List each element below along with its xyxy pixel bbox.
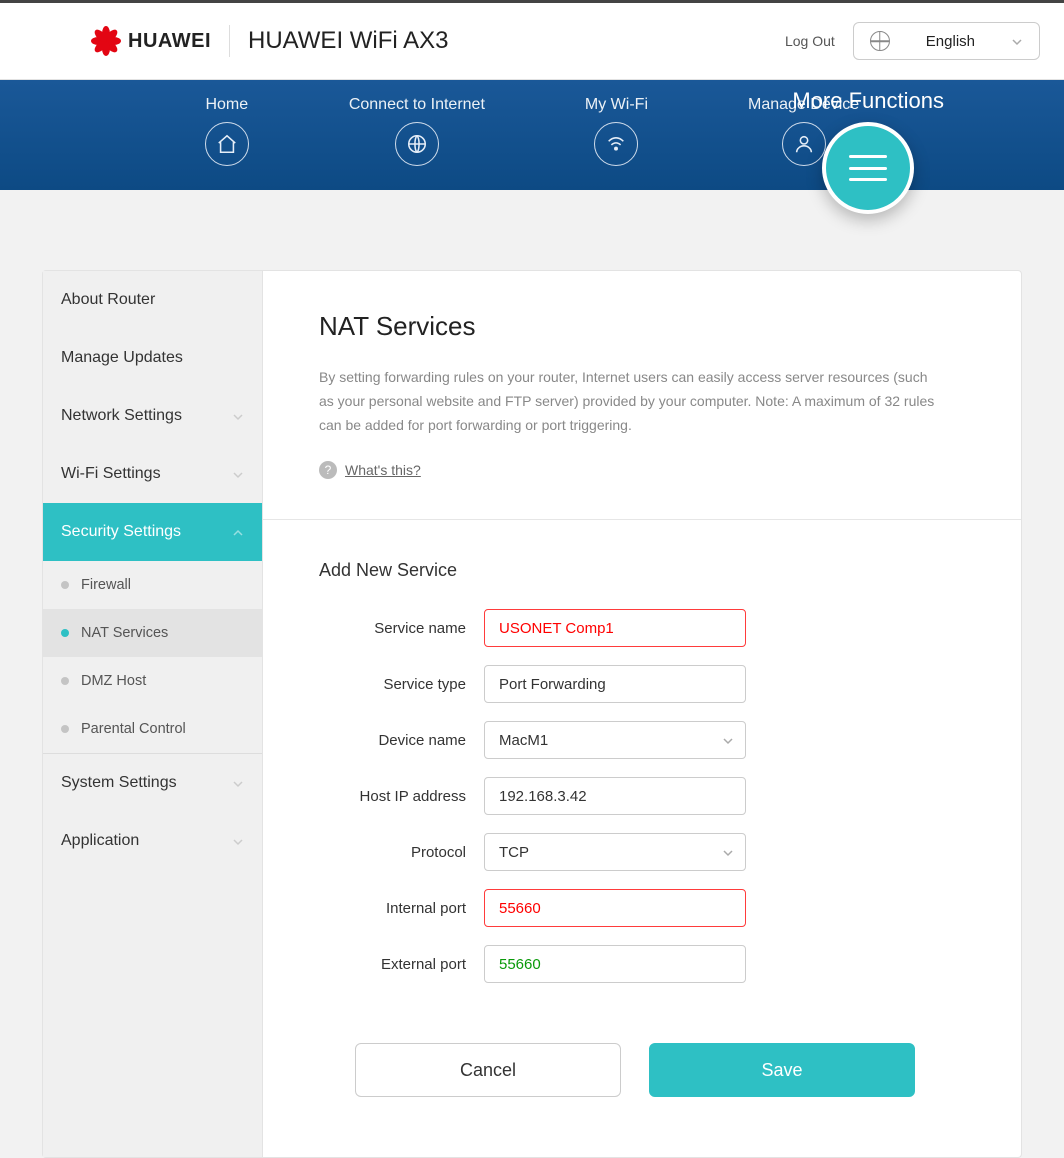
sidebar-item-security[interactable]: Security Settings xyxy=(43,503,262,561)
nav-wifi-label: My Wi-Fi xyxy=(585,96,648,114)
sidebar-sub-parental[interactable]: Parental Control xyxy=(43,705,262,753)
wifi-icon xyxy=(594,122,638,166)
label-device-name: Device name xyxy=(319,732,484,749)
sidebar-item-application[interactable]: Application xyxy=(43,812,262,870)
nav-internet-label: Connect to Internet xyxy=(349,96,485,114)
nav-more-label: More Functions xyxy=(792,88,944,114)
divider xyxy=(229,25,230,57)
label-external-port: External port xyxy=(319,956,484,973)
nav-home-label: Home xyxy=(205,96,248,114)
input-external-port[interactable] xyxy=(484,945,746,983)
brand-name: HUAWEI xyxy=(128,30,211,53)
sidebar-item-updates[interactable]: Manage Updates xyxy=(43,329,262,387)
sidebar-item-about[interactable]: About Router xyxy=(43,271,262,329)
nav-home[interactable]: Home xyxy=(205,96,249,166)
sidebar-sub-nat[interactable]: NAT Services xyxy=(43,609,262,657)
chevron-down-icon xyxy=(232,410,244,422)
bullet-icon xyxy=(61,629,69,637)
home-icon xyxy=(205,122,249,166)
section-title: Add New Service xyxy=(319,560,1021,581)
internet-icon xyxy=(395,122,439,166)
chevron-down-icon xyxy=(232,777,244,789)
sidebar-item-network[interactable]: Network Settings xyxy=(43,387,262,445)
help-icon: ? xyxy=(319,461,337,479)
chevron-up-icon xyxy=(232,526,244,538)
page-panel: About Router Manage Updates Network Sett… xyxy=(42,270,1022,1158)
brand-logo: HUAWEI xyxy=(90,25,211,57)
cancel-button[interactable]: Cancel xyxy=(355,1043,621,1097)
label-service-name: Service name xyxy=(319,620,484,637)
select-protocol[interactable] xyxy=(484,833,746,871)
more-functions-button[interactable] xyxy=(822,122,914,214)
bullet-icon xyxy=(61,677,69,685)
content-panel: NAT Services By setting forwarding rules… xyxy=(263,271,1021,1157)
nav-wifi[interactable]: My Wi-Fi xyxy=(585,96,648,166)
sidebar-item-wifi[interactable]: Wi-Fi Settings xyxy=(43,445,262,503)
label-internal-port: Internal port xyxy=(319,900,484,917)
bullet-icon xyxy=(61,581,69,589)
hamburger-icon xyxy=(849,155,887,181)
nav-more: More Functions xyxy=(792,88,944,214)
input-service-type[interactable] xyxy=(484,665,746,703)
label-protocol: Protocol xyxy=(319,844,484,861)
sidebar-item-system[interactable]: System Settings xyxy=(43,754,262,812)
save-button[interactable]: Save xyxy=(649,1043,915,1097)
chevron-down-icon xyxy=(232,468,244,480)
input-host-ip[interactable] xyxy=(484,777,746,815)
label-host-ip: Host IP address xyxy=(319,788,484,805)
chevron-down-icon xyxy=(1011,35,1023,47)
divider xyxy=(263,519,1021,520)
label-service-type: Service type xyxy=(319,676,484,693)
main-nav: Home Connect to Internet My Wi-Fi Manage… xyxy=(0,80,1064,190)
chevron-down-icon xyxy=(232,835,244,847)
product-name: HUAWEI WiFi AX3 xyxy=(248,27,448,55)
language-value: English xyxy=(926,33,975,50)
page-title: NAT Services xyxy=(319,311,1021,342)
sidebar: About Router Manage Updates Network Sett… xyxy=(43,271,263,1157)
logout-link[interactable]: Log Out xyxy=(785,33,835,49)
huawei-sun-icon xyxy=(90,25,122,57)
header: HUAWEI HUAWEI WiFi AX3 Log Out English xyxy=(0,0,1064,80)
whats-this: ? What's this? xyxy=(319,461,1021,479)
select-device-name[interactable] xyxy=(484,721,746,759)
input-service-name[interactable] xyxy=(484,609,746,647)
input-internal-port[interactable] xyxy=(484,889,746,927)
page-description: By setting forwarding rules on your rout… xyxy=(319,366,939,437)
sidebar-sub-dmz[interactable]: DMZ Host xyxy=(43,657,262,705)
nav-internet[interactable]: Connect to Internet xyxy=(349,96,485,166)
language-select[interactable]: English xyxy=(853,22,1040,60)
sidebar-sub-firewall[interactable]: Firewall xyxy=(43,561,262,609)
whats-this-link[interactable]: What's this? xyxy=(345,462,421,478)
bullet-icon xyxy=(61,725,69,733)
globe-icon xyxy=(870,31,890,51)
